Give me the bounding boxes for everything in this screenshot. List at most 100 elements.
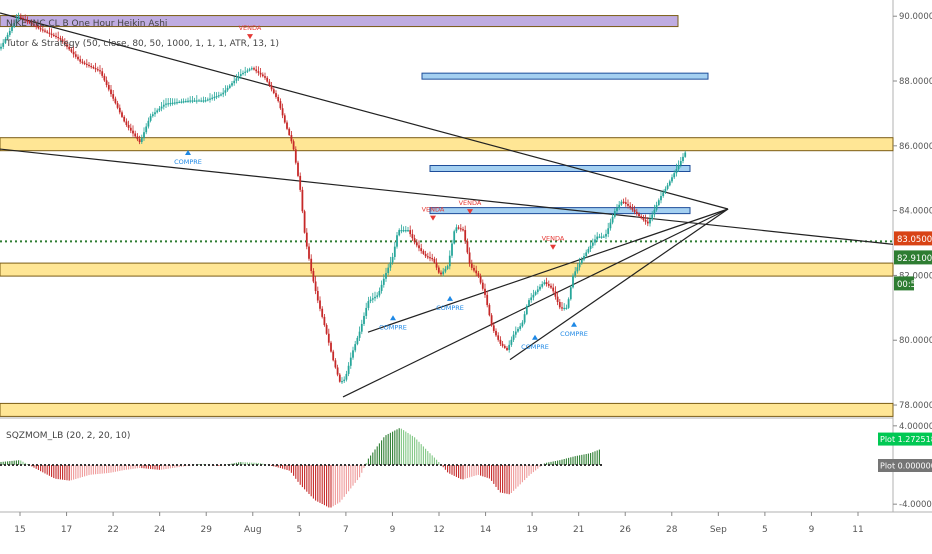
candle-body <box>211 97 214 99</box>
squeeze-dot <box>588 464 590 466</box>
candle-body <box>547 284 550 286</box>
candle-body <box>264 76 266 78</box>
squeeze-dot <box>304 464 306 466</box>
squeeze-dot <box>596 464 598 466</box>
candle-body <box>156 110 159 113</box>
candle-body <box>319 300 321 309</box>
candle-body <box>376 295 379 297</box>
candle-body <box>638 213 640 217</box>
candle-body <box>429 257 431 259</box>
candle-body <box>261 74 264 77</box>
level-price-badge: 82.91000000 <box>897 254 932 264</box>
osc-badge-2: Plot 0.00000000 <box>880 462 932 471</box>
candle-body <box>136 136 139 140</box>
candle-body <box>237 76 240 79</box>
candle-body <box>134 133 137 137</box>
candle-body <box>662 192 665 197</box>
candle-body <box>389 262 392 268</box>
candle-body <box>598 236 601 238</box>
candle-body <box>352 350 354 358</box>
candle-body <box>215 96 218 98</box>
candle-body <box>125 121 128 125</box>
candle-body <box>466 241 469 253</box>
candle-body <box>563 307 566 310</box>
squeeze-dot <box>228 464 230 466</box>
candle-body <box>127 124 130 128</box>
candle-body <box>587 248 590 253</box>
x-tick-label: 19 <box>526 525 538 535</box>
squeeze-dot <box>192 464 194 466</box>
squeeze-dot <box>312 464 314 466</box>
last-price-badge: 83.05000000 <box>897 235 932 245</box>
squeeze-dot <box>208 464 210 466</box>
squeeze-dot <box>556 464 558 466</box>
squeeze-dot <box>184 464 186 466</box>
candle-body <box>169 102 172 105</box>
candle-body <box>558 301 561 308</box>
countdown-badge: 00:58 <box>897 280 922 290</box>
candle-body <box>255 69 258 72</box>
candle-body <box>679 160 682 166</box>
squeeze-dot <box>488 464 490 466</box>
squeeze-dot <box>560 464 562 466</box>
candle-body <box>591 242 594 246</box>
candle-body <box>510 339 513 345</box>
candle-body <box>213 96 216 99</box>
candle-body <box>2 42 5 47</box>
candle-body <box>415 242 418 246</box>
candle-body <box>57 36 60 39</box>
squeeze-dot <box>536 464 538 466</box>
candle-body <box>534 292 537 295</box>
signal-label: VENDA <box>239 24 262 32</box>
candle-body <box>268 81 271 86</box>
candle-body <box>123 116 126 122</box>
squeeze-dot <box>28 464 30 466</box>
y-tick-label: 88.00000000 <box>899 77 932 87</box>
candle-body <box>396 235 398 247</box>
squeeze-dot <box>376 464 378 466</box>
candle-body <box>512 334 515 340</box>
candle-body <box>629 205 632 208</box>
candle-body <box>286 122 288 129</box>
osc-tick-label: 4.00000000 <box>899 422 932 432</box>
x-tick-label: 9 <box>809 525 815 535</box>
candle-body <box>41 29 44 31</box>
squeeze-dot <box>148 464 150 466</box>
candle-body <box>543 282 546 285</box>
squeeze-dot <box>344 464 346 466</box>
candle-body <box>409 230 412 235</box>
candle-body <box>99 70 101 72</box>
candle-body <box>50 33 53 35</box>
squeeze-dot <box>296 464 298 466</box>
squeeze-dot <box>380 464 382 466</box>
candle-body <box>371 298 374 300</box>
squeeze-dot <box>172 464 174 466</box>
candle-body <box>79 59 82 62</box>
squeeze-dot <box>68 464 70 466</box>
squeeze-dot <box>248 464 250 466</box>
squeeze-dot <box>40 464 42 466</box>
squeeze-dot <box>84 464 86 466</box>
candle-body <box>508 344 511 350</box>
candle-body <box>129 127 132 131</box>
candle-body <box>437 267 440 273</box>
squeeze-dot <box>348 464 350 466</box>
x-tick-label: 17 <box>61 525 72 535</box>
candle-body <box>121 112 123 117</box>
candle-body <box>206 99 209 101</box>
x-tick-label: 21 <box>573 525 584 535</box>
candle-body <box>110 89 112 95</box>
candle-body <box>481 282 484 289</box>
candle-body <box>330 342 332 352</box>
squeeze-dot <box>72 464 74 466</box>
level-band <box>0 402 894 417</box>
squeeze-dot <box>444 464 446 466</box>
candle-body <box>8 30 11 35</box>
candle-body <box>488 305 491 316</box>
candle-body <box>283 115 286 123</box>
candle-body <box>334 360 337 368</box>
candle-body <box>294 149 297 163</box>
squeeze-dot <box>12 464 14 466</box>
candle-body <box>492 325 495 331</box>
signal-label: VENDA <box>459 199 482 207</box>
